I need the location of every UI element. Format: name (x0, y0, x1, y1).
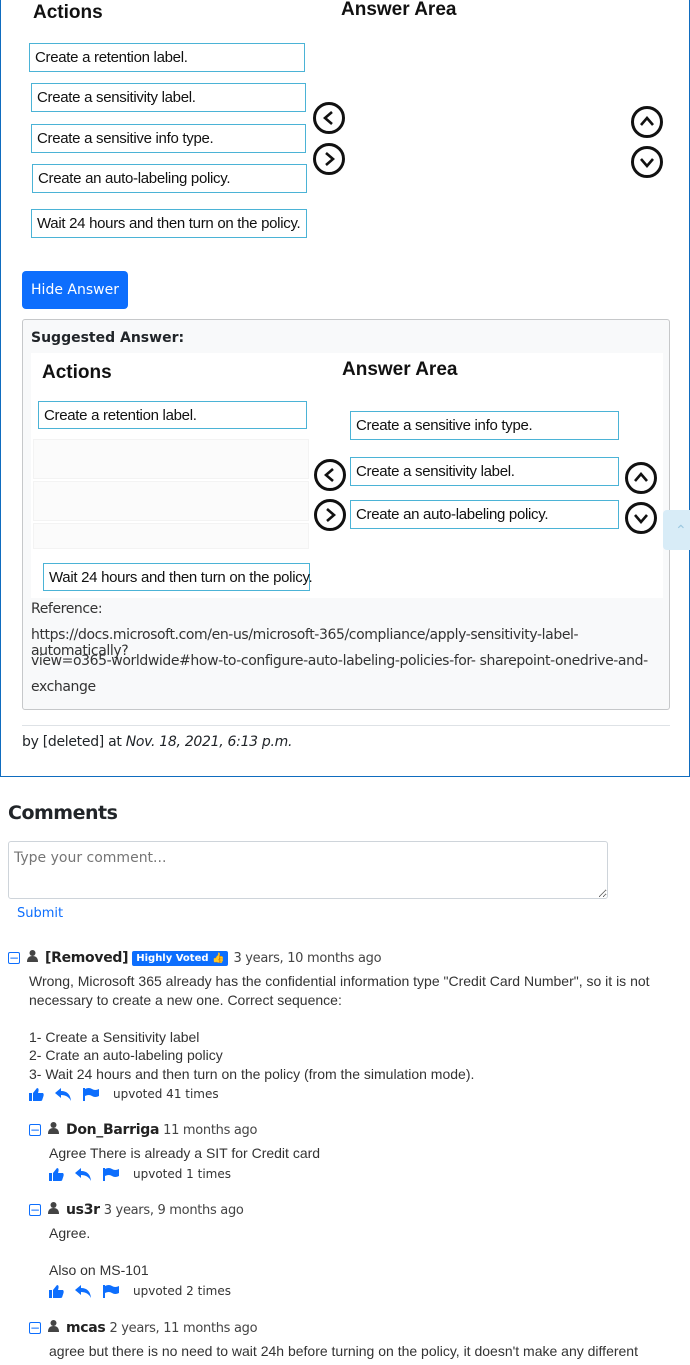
comment-username[interactable]: mcas (66, 1320, 106, 1336)
comment-time: 3 years, 9 months ago (103, 1202, 244, 1218)
move-left-icon[interactable] (313, 102, 345, 134)
comment-username[interactable]: Don_Barriga (66, 1122, 159, 1138)
suggested-answer-area-header: Answer Area (342, 359, 458, 380)
reply-icon[interactable] (75, 1284, 92, 1298)
move-down-icon[interactable] (631, 146, 663, 178)
comment-username[interactable]: us3r (66, 1202, 100, 1218)
highly-voted-badge: Highly Voted 👍 (132, 950, 229, 966)
actions-header: Actions (33, 2, 103, 23)
upvote-count: upvoted 41 times (113, 1087, 219, 1101)
suggested-answer-panel: Suggested Answer: Actions Answer Area Cr… (22, 319, 670, 710)
empty-slot (33, 523, 309, 549)
comment-input[interactable] (8, 841, 608, 899)
move-left-icon (314, 459, 346, 491)
empty-slot (33, 439, 309, 479)
flag-icon[interactable] (103, 1167, 119, 1181)
action-item[interactable]: Create a sensitivity label. (31, 83, 306, 112)
reference-label: Reference: (31, 601, 103, 617)
user-icon (48, 1320, 59, 1336)
comment-body: agree but there is no need to wait 24h b… (49, 1343, 638, 1359)
comment-time: 11 months ago (163, 1122, 258, 1138)
suggested-actions-header: Actions (42, 362, 112, 383)
comment-username[interactable]: [Removed] (45, 950, 129, 966)
comment-header: − us3r 3 years, 9 months ago (29, 1201, 244, 1219)
comment-time: 2 years, 11 months ago (109, 1320, 258, 1336)
action-item[interactable]: Wait 24 hours and then turn on the polic… (31, 209, 307, 238)
action-item[interactable]: Create an auto-labeling policy. (32, 164, 307, 193)
suggested-answer-image: Actions Answer Area Create a retention l… (31, 353, 663, 598)
byline-prefix: by [deleted] at (22, 734, 122, 750)
action-item[interactable]: Create a retention label. (29, 43, 305, 72)
chevron-up-icon: ⌃ (675, 522, 687, 538)
remaining-action-item: Wait 24 hours and then turn on the polic… (43, 563, 313, 591)
move-right-icon (314, 499, 346, 531)
byline: by [deleted] at Nov. 18, 2021, 6:13 p.m. (22, 734, 292, 750)
upvote-icon[interactable] (29, 1087, 44, 1101)
question-card: Actions Answer Area Create a retention l… (0, 0, 690, 777)
collapse-icon[interactable]: − (8, 952, 20, 964)
answer-item: Create a sensitive info type. (350, 411, 619, 440)
reply-icon[interactable] (55, 1087, 72, 1101)
comment-body: Wrong, Microsoft 365 already has the con… (29, 973, 650, 1082)
upvote-count: upvoted 2 times (133, 1284, 231, 1298)
collapse-icon[interactable]: − (29, 1124, 41, 1136)
comment-actions: upvoted 1 times (49, 1167, 231, 1181)
answer-item: Create an auto-labeling policy. (350, 500, 619, 529)
comment-header: − [Removed] Highly Voted 👍 3 years, 10 m… (8, 949, 382, 967)
scroll-top-button[interactable]: ⌃ (663, 510, 690, 550)
answer-item: Create a sensitivity label. (350, 457, 619, 486)
reference-link[interactable]: exchange (31, 679, 96, 695)
remaining-action-item: Create a retention label. (38, 401, 307, 429)
comments-title: Comments (8, 802, 118, 824)
comment-header: − Don_Barriga 11 months ago (29, 1121, 257, 1139)
move-right-icon[interactable] (313, 143, 345, 175)
action-item[interactable]: Create a sensitive info type. (31, 124, 306, 153)
reply-icon[interactable] (75, 1167, 92, 1181)
reference-link[interactable]: view=o365-worldwide#how-to-configure-aut… (31, 653, 648, 669)
user-icon (48, 1122, 59, 1138)
byline-date: Nov. 18, 2021, 6:13 p.m. (125, 734, 293, 750)
comment-header: − mcas 2 years, 11 months ago (29, 1319, 258, 1337)
flag-icon[interactable] (83, 1087, 99, 1101)
answer-area-header: Answer Area (341, 0, 457, 20)
collapse-icon[interactable]: − (29, 1322, 41, 1334)
empty-slot (33, 481, 309, 521)
comment-time: 3 years, 10 months ago (233, 950, 382, 966)
move-down-icon (625, 502, 657, 534)
suggested-answer-label: Suggested Answer: (31, 330, 185, 346)
move-up-icon[interactable] (631, 106, 663, 138)
upvote-count: upvoted 1 times (133, 1167, 231, 1181)
comment-body: Agree. Also on MS-101 (49, 1225, 149, 1278)
comment-actions: upvoted 41 times (29, 1087, 219, 1101)
flag-icon[interactable] (103, 1284, 119, 1298)
move-up-icon (625, 462, 657, 494)
user-icon (27, 950, 38, 966)
comment-body: Agree There is already a SIT for Credit … (49, 1145, 321, 1161)
upvote-icon[interactable] (49, 1284, 64, 1298)
hide-answer-button[interactable]: Hide Answer (22, 271, 128, 309)
thumbs-up-icon: 👍 (212, 952, 225, 964)
comment-actions: upvoted 2 times (49, 1284, 231, 1298)
divider (22, 725, 670, 726)
upvote-icon[interactable] (49, 1167, 64, 1181)
collapse-icon[interactable]: − (29, 1204, 41, 1216)
user-icon (48, 1202, 59, 1218)
submit-button[interactable]: Submit (17, 906, 63, 921)
